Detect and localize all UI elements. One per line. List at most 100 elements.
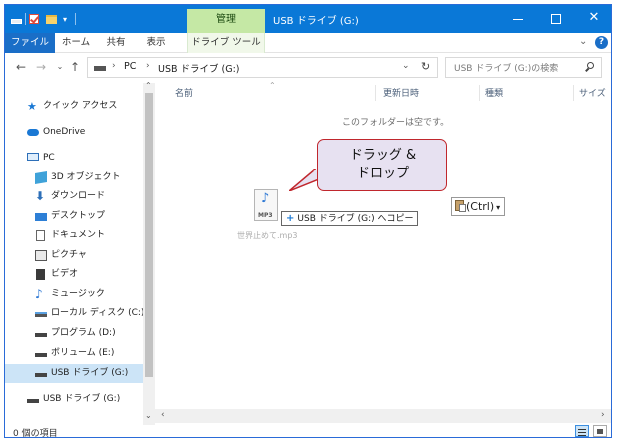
sidebar-item-quick-access[interactable]: ★ クイック アクセス <box>5 97 145 116</box>
music-icon: ♪ <box>35 287 43 301</box>
cube-icon <box>35 170 47 185</box>
search-input[interactable]: USB ドライブ (G:)の検索 <box>445 57 602 78</box>
paste-options-button[interactable]: (Ctrl) ▾ <box>451 197 506 216</box>
sidebar-item-onedrive[interactable]: OneDrive <box>5 123 145 142</box>
sidebar-item-label: プログラム (D:) <box>51 328 116 338</box>
breadcrumb-chevron-icon[interactable]: › <box>112 61 116 71</box>
address-dropdown-chevron-icon[interactable]: ⌄ <box>402 61 410 71</box>
help-icon[interactable]: ? <box>595 36 608 49</box>
column-header-size[interactable]: サイズ <box>579 85 606 103</box>
new-folder-icon[interactable] <box>46 11 58 27</box>
properties-check-icon[interactable] <box>29 11 41 27</box>
quick-access-separator <box>25 13 26 25</box>
forward-arrow-icon[interactable]: → <box>33 60 49 74</box>
sidebar-item-videos[interactable]: ビデオ <box>5 265 145 284</box>
sidebar-item-documents[interactable]: ドキュメント <box>5 226 145 245</box>
scroll-up-chevron-icon[interactable]: ⌃ <box>145 81 152 90</box>
recent-locations-chevron-icon[interactable]: ⌄ <box>52 62 68 71</box>
details-view-icon[interactable] <box>575 425 589 437</box>
dragged-file-name: 世界止めて.mp3 <box>237 231 298 240</box>
star-icon: ★ <box>27 100 37 113</box>
local-disk-icon <box>35 312 47 317</box>
expand-ribbon-chevron-icon[interactable]: ⌄ <box>579 36 591 47</box>
sidebar-item-label: PC <box>43 153 55 163</box>
navigation-scrollbar[interactable]: ⌃ ⌄ <box>143 81 155 425</box>
column-divider[interactable] <box>479 85 480 101</box>
minimize-button[interactable] <box>501 5 535 33</box>
sort-ascending-chevron-icon: ⌃ <box>269 81 276 90</box>
scrollbar-thumb[interactable] <box>145 93 153 377</box>
tab-file[interactable]: ファイル <box>5 33 55 53</box>
tab-share[interactable]: 共有 <box>97 33 135 53</box>
sidebar-item-label: ビデオ <box>51 269 79 279</box>
desktop-icon <box>35 213 47 221</box>
sidebar-item-desktop[interactable]: デスクトップ <box>5 207 145 226</box>
maximize-button[interactable] <box>539 5 573 33</box>
paste-options-label: (Ctrl) <box>466 200 495 213</box>
column-header-date-modified[interactable]: 更新日時 <box>383 85 419 103</box>
sidebar-item-label: クイック アクセス <box>43 101 118 111</box>
navigation-toolbar: ← → ⌄ ↑ › PC › USB ドライブ (G:) ⌄ ↻ USB ドライ… <box>5 54 611 82</box>
document-icon <box>36 230 45 241</box>
close-icon: ✕ <box>588 10 600 25</box>
scroll-down-chevron-icon[interactable]: ⌄ <box>145 411 152 420</box>
clipboard-icon <box>455 200 466 212</box>
quick-access-separator <box>75 13 76 25</box>
dragged-mp3-file[interactable]: ♪ MP3 <box>254 189 284 225</box>
sidebar-item-label: ドキュメント <box>51 230 106 240</box>
back-arrow-icon[interactable]: ← <box>13 60 29 74</box>
drag-copy-tooltip: + USB ドライブ (G:) へコピー <box>281 211 419 226</box>
sidebar-item-program-d[interactable]: プログラム (D:) <box>5 324 145 343</box>
refresh-icon[interactable]: ↻ <box>421 60 430 73</box>
column-divider[interactable] <box>573 85 574 101</box>
tab-view[interactable]: 表示 <box>137 33 175 53</box>
maximize-icon <box>551 14 561 24</box>
sidebar-item-pictures[interactable]: ピクチャ <box>5 246 145 265</box>
pc-icon <box>27 153 39 161</box>
scroll-right-chevron-icon[interactable]: › <box>601 410 605 420</box>
drive-icon <box>35 333 47 337</box>
close-button[interactable]: ✕ <box>577 5 611 33</box>
drive-icon <box>11 11 23 27</box>
sidebar-item-local-disk-c[interactable]: ローカル ディスク (C:) <box>5 304 145 323</box>
large-icons-view-icon[interactable] <box>593 425 607 437</box>
manage-context-tab[interactable]: 管理 <box>187 9 265 33</box>
customize-toolbar-chevron-icon[interactable]: ▾ <box>63 11 73 27</box>
column-header-type[interactable]: 種類 <box>485 85 503 103</box>
sidebar-item-label: OneDrive <box>43 127 86 137</box>
window-title: USB ドライブ (G:) <box>273 16 359 27</box>
column-divider[interactable] <box>375 85 376 101</box>
file-list-pane[interactable]: ⌃ 名前 更新日時 種類 サイズ このフォルダーは空です。 ‹ › <box>155 81 611 425</box>
sidebar-item-downloads[interactable]: ⬇ ダウンロード <box>5 187 145 206</box>
sidebar-item-pc[interactable]: PC <box>5 149 145 168</box>
sidebar-item-3d-objects[interactable]: 3D オブジェクト <box>5 168 145 187</box>
sidebar-item-music[interactable]: ♪ ミュージック <box>5 285 145 304</box>
navigation-pane: ★ クイック アクセス OneDrive PC 3D オブジェクト ⬇ ダウンロ… <box>5 81 155 425</box>
scroll-left-chevron-icon[interactable]: ‹ <box>161 410 165 420</box>
sidebar-item-label: USB ドライブ (G:) <box>43 394 121 404</box>
drive-icon <box>35 353 47 357</box>
ribbon-tabs: ファイル ホーム 共有 表示 ドライブ ツール ⌄ ? <box>5 33 611 53</box>
picture-icon <box>35 250 47 261</box>
paste-dropdown-chevron-icon: ▾ <box>496 203 501 212</box>
horizontal-scrollbar[interactable]: ‹ › <box>155 409 611 423</box>
sidebar-item-usb-drive-g-root[interactable]: USB ドライブ (G:) <box>5 390 145 409</box>
breadcrumb-usb-drive[interactable]: USB ドライブ (G:) <box>158 61 240 75</box>
tab-drive-tools[interactable]: ドライブ ツール <box>187 33 265 53</box>
sidebar-item-label: ダウンロード <box>51 191 106 201</box>
sidebar-item-usb-drive-g[interactable]: USB ドライブ (G:) <box>5 364 145 383</box>
breadcrumb-chevron-icon[interactable]: › <box>146 61 150 71</box>
up-arrow-icon[interactable]: ↑ <box>67 60 83 74</box>
sidebar-item-label: デスクトップ <box>51 211 106 221</box>
tab-home[interactable]: ホーム <box>57 33 95 53</box>
breadcrumb-pc[interactable]: PC <box>124 61 136 72</box>
video-icon <box>36 269 45 280</box>
sidebar-item-volume-e[interactable]: ボリューム (E:) <box>5 344 145 363</box>
address-bar[interactable]: › PC › USB ドライブ (G:) ⌄ ↻ <box>87 57 438 78</box>
column-header-name[interactable]: 名前 <box>175 85 193 103</box>
usb-drive-icon <box>35 373 47 377</box>
explorer-window: ▾ 管理 USB ドライブ (G:) ✕ ファイル ホーム 共有 表示 ドライブ… <box>4 4 612 438</box>
search-placeholder: USB ドライブ (G:)の検索 <box>454 64 559 74</box>
search-icon[interactable] <box>584 61 596 73</box>
usb-drive-icon <box>27 399 39 403</box>
